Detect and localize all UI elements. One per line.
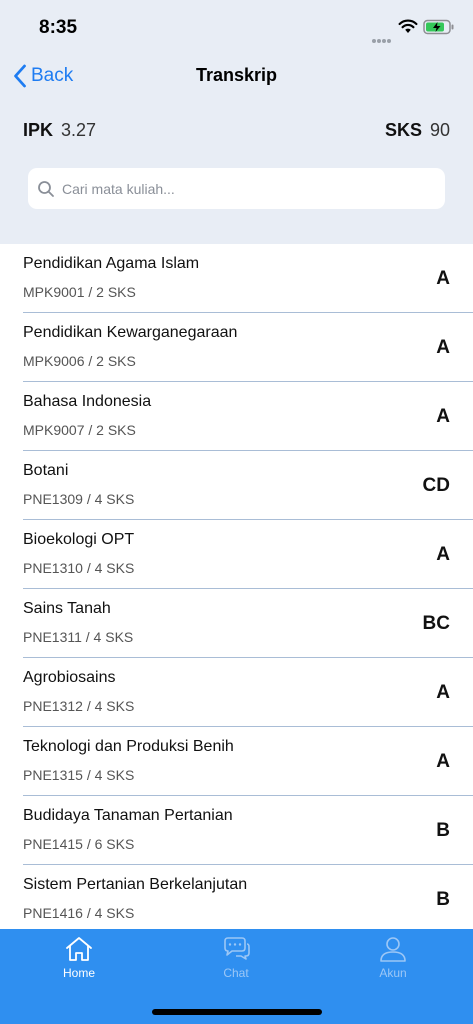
course-name: Budidaya Tanaman Pertanian	[23, 807, 233, 824]
course-row[interactable]: Budidaya Tanaman Pertanian PNE1415 / 6 S…	[23, 796, 473, 865]
course-row[interactable]: Bahasa Indonesia MPK9007 / 2 SKS A	[23, 382, 473, 451]
tab-akun[interactable]: Akun	[343, 935, 443, 991]
course-grade: A	[436, 337, 450, 358]
course-grade: CD	[422, 475, 450, 496]
course-code-sks: MPK9001 / 2 SKS	[23, 284, 136, 300]
course-grade: A	[436, 682, 450, 703]
battery-charging-icon	[423, 19, 454, 35]
home-icon	[66, 937, 92, 961]
course-code-sks: MPK9006 / 2 SKS	[23, 353, 136, 369]
course-row[interactable]: Sains Tanah PNE1311 / 4 SKS BC	[23, 589, 473, 658]
sks-summary: SKS 90	[385, 120, 450, 141]
tab-akun-label: Akun	[379, 966, 407, 980]
course-grade: BC	[422, 613, 450, 634]
course-name: Pendidikan Kewarganegaraan	[23, 324, 238, 341]
gpa-summary: IPK 3.27 SKS 90	[23, 120, 450, 144]
course-row[interactable]: Bioekologi OPT PNE1310 / 4 SKS A	[23, 520, 473, 589]
course-code-sks: PNE1415 / 6 SKS	[23, 836, 135, 852]
course-code-sks: PNE1311 / 4 SKS	[23, 629, 134, 645]
course-grade: A	[436, 268, 450, 289]
wifi-icon	[398, 19, 418, 33]
course-code-sks: PNE1310 / 4 SKS	[23, 560, 135, 576]
ipk-label: IPK	[23, 120, 54, 140]
navigation-bar: Back Transkrip	[0, 56, 473, 96]
course-name: Botani	[23, 462, 69, 479]
course-row[interactable]: Botani PNE1309 / 4 SKS CD	[23, 451, 473, 520]
course-code-sks: MPK9007 / 2 SKS	[23, 422, 136, 438]
course-row[interactable]: Teknologi dan Produksi Benih PNE1315 / 4…	[23, 727, 473, 796]
course-name: Agrobiosains	[23, 669, 116, 686]
course-list: Pendidikan Agama Islam MPK9001 / 2 SKS A…	[0, 244, 473, 934]
tab-chat[interactable]: Chat	[186, 935, 286, 991]
chat-icon	[224, 937, 250, 960]
ipk-summary: IPK 3.27	[23, 120, 96, 141]
status-bar: 8:35	[0, 0, 473, 56]
course-name: Sistem Pertanian Berkelanjutan	[23, 876, 248, 893]
ipk-value: 3.27	[61, 120, 97, 140]
course-code-sks: PNE1315 / 4 SKS	[23, 767, 135, 783]
course-code-sks: PNE1416 / 4 SKS	[23, 905, 135, 921]
course-name: Bahasa Indonesia	[23, 393, 152, 410]
course-code-sks: PNE1312 / 4 SKS	[23, 698, 135, 714]
course-name: Teknologi dan Produksi Benih	[23, 738, 234, 755]
page-title: Transkrip	[195, 65, 278, 85]
search-input[interactable]	[62, 180, 422, 197]
course-code-sks: PNE1309 / 4 SKS	[23, 491, 135, 507]
status-time: 8:35	[39, 17, 78, 38]
tab-home[interactable]: Home	[29, 935, 129, 991]
user-icon	[380, 937, 406, 962]
course-row[interactable]: Sistem Pertanian Berkelanjutan PNE1416 /…	[23, 865, 473, 934]
search-icon	[38, 180, 54, 197]
search-bar	[28, 168, 445, 209]
course-grade: A	[436, 406, 450, 427]
course-name: Sains Tanah	[23, 600, 111, 617]
course-grade: A	[436, 751, 450, 772]
course-name: Bioekologi OPT	[23, 531, 135, 548]
course-name: Pendidikan Agama Islam	[23, 255, 200, 272]
course-row[interactable]: Pendidikan Kewarganegaraan MPK9006 / 2 S…	[23, 313, 473, 382]
tab-chat-label: Chat	[223, 966, 249, 980]
cellular-signal-icon	[372, 30, 394, 43]
course-grade: A	[436, 544, 450, 565]
sks-value: 90	[429, 120, 450, 140]
tab-home-label: Home	[62, 966, 95, 980]
home-indicator	[152, 1009, 322, 1015]
course-grade: B	[436, 820, 450, 841]
course-grade: B	[436, 889, 450, 910]
course-row[interactable]: Agrobiosains PNE1312 / 4 SKS A	[23, 658, 473, 727]
course-row[interactable]: Pendidikan Agama Islam MPK9001 / 2 SKS A	[23, 244, 473, 313]
sks-label: SKS	[384, 120, 422, 140]
